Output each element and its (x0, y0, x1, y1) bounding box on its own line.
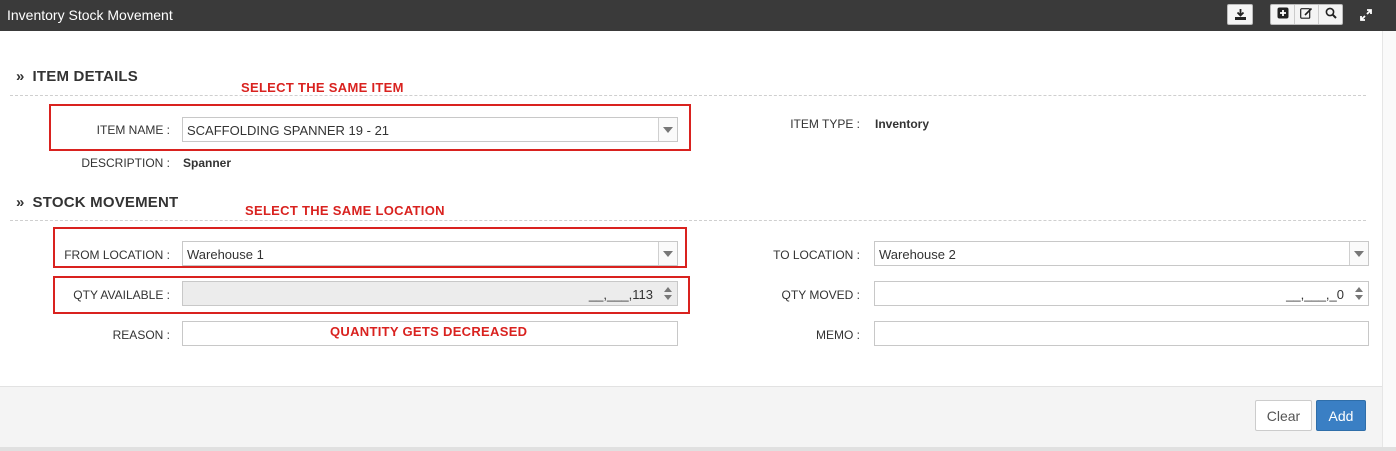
window-title: Inventory Stock Movement (7, 7, 173, 23)
memo-input[interactable] (874, 321, 1369, 346)
download-button[interactable] (1227, 4, 1253, 25)
section-divider (10, 220, 1366, 221)
chevron-down-icon[interactable] (1349, 242, 1368, 265)
memo-label: MEMO : (816, 328, 860, 342)
bottom-border (0, 447, 1396, 451)
plus-square-icon (1277, 6, 1289, 24)
annotation-box-quantity (53, 276, 690, 314)
to-location-value: Warehouse 2 (879, 247, 956, 262)
vertical-scrollbar[interactable] (1382, 31, 1396, 447)
download-icon (1234, 8, 1247, 21)
title-bar: Inventory Stock Movement (0, 0, 1396, 31)
spinner-arrows-icon[interactable] (1350, 282, 1368, 305)
item-type-label: ITEM TYPE : (790, 117, 860, 131)
add-button[interactable] (1271, 5, 1295, 24)
section-divider (10, 95, 1366, 96)
edit-icon (1300, 6, 1313, 24)
description-value: Spanner (183, 156, 232, 170)
search-button[interactable] (1319, 5, 1342, 24)
description-label: DESCRIPTION : (81, 156, 170, 170)
annotation-quantity-decreased: QUANTITY GETS DECREASED (330, 324, 528, 339)
stock-movement-heading: » STOCK MOVEMENT (16, 194, 179, 211)
item-type-value: Inventory (875, 117, 930, 131)
expand-icon[interactable] (1358, 7, 1374, 23)
qty-moved-label: QTY MOVED : (781, 288, 860, 302)
annotation-select-same-item: SELECT THE SAME ITEM (241, 80, 404, 95)
toolbar-button-group (1270, 4, 1343, 25)
qty-moved-input[interactable]: __,___,_0 (874, 281, 1369, 306)
annotation-box-item (49, 104, 691, 151)
annotation-select-same-location: SELECT THE SAME LOCATION (245, 203, 445, 218)
add-submit-button[interactable]: Add (1316, 400, 1366, 431)
to-location-label: TO LOCATION : (773, 248, 860, 262)
search-icon (1325, 6, 1337, 24)
qty-moved-value: __,___,_0 (1286, 287, 1344, 302)
item-details-heading: » ITEM DETAILS (16, 68, 138, 85)
annotation-box-location (53, 227, 687, 268)
double-chevron-icon: » (16, 194, 25, 211)
stock-movement-window: Inventory Stock Movement » ITEM DETAILS … (0, 0, 1396, 451)
edit-button[interactable] (1295, 5, 1319, 24)
to-location-select[interactable]: Warehouse 2 (874, 241, 1369, 266)
double-chevron-icon: » (16, 68, 25, 85)
reason-label: REASON : (112, 328, 170, 342)
clear-button[interactable]: Clear (1255, 400, 1312, 431)
form-footer (0, 386, 1382, 447)
